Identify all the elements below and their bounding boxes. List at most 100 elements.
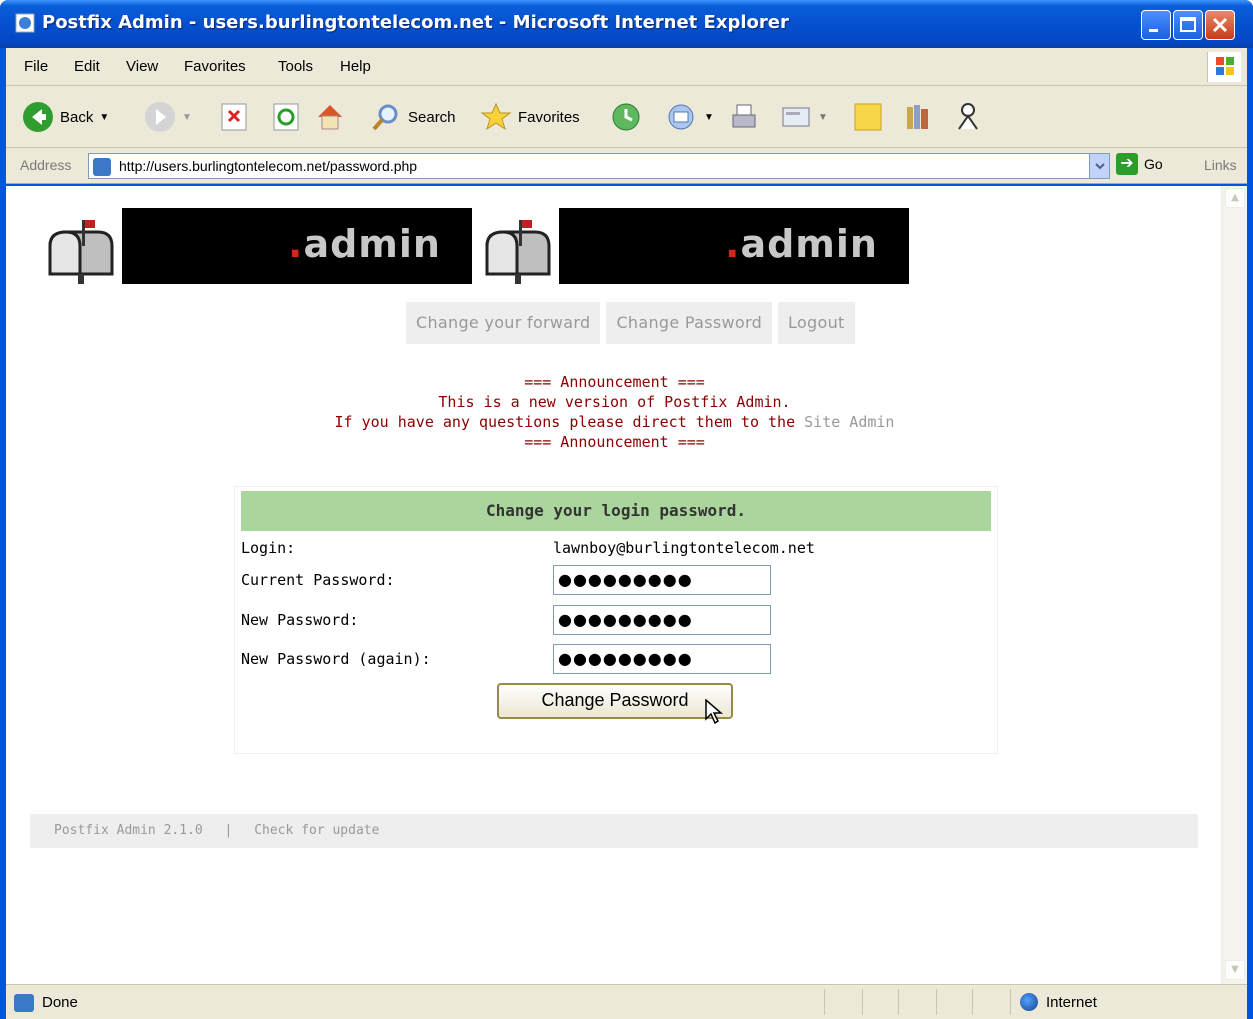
announcement-contact-text: If you have any questions please direct …	[334, 413, 796, 431]
menu-help[interactable]: Help	[340, 58, 371, 75]
status-divider	[862, 989, 863, 1015]
history-icon	[612, 103, 640, 131]
new-password-again-field[interactable]: ●●●●●●●●●	[553, 644, 771, 674]
scroll-down-button[interactable]: ▼	[1225, 960, 1245, 980]
page-content: .admin .admin Change your forward Change…	[6, 186, 1247, 984]
minimize-button[interactable]	[1141, 10, 1171, 40]
check-update-link[interactable]: Check for update	[254, 823, 379, 838]
scroll-up-button[interactable]: ▲	[1225, 188, 1245, 208]
refresh-icon	[273, 103, 299, 131]
forward-button[interactable]: ▼	[144, 98, 192, 136]
go-label: Go	[1144, 156, 1163, 172]
back-button[interactable]: Back ▼	[22, 98, 109, 136]
version-link[interactable]: Postfix Admin 2.1.0	[54, 823, 203, 838]
home-button[interactable]	[314, 98, 346, 136]
mail-icon	[668, 104, 694, 130]
logo-banner: .admin	[122, 208, 472, 284]
menu-bar: File Edit View Favorites Tools Help	[6, 48, 1247, 86]
address-input[interactable]: http://users.burlingtontelecom.net/passw…	[88, 153, 1110, 179]
history-button[interactable]	[610, 98, 642, 136]
nav-logout[interactable]: Logout	[778, 302, 855, 344]
stop-icon	[221, 103, 247, 131]
home-icon	[318, 105, 342, 130]
edit-button[interactable]: ▼	[780, 98, 828, 136]
logo-banner: .admin	[559, 208, 909, 284]
current-password-label: Current Password:	[241, 571, 395, 589]
ie-page-icon	[14, 994, 34, 1012]
mailbox-icon	[48, 220, 114, 284]
back-dropdown-icon[interactable]: ▼	[99, 112, 109, 123]
favorites-label: Favorites	[518, 108, 580, 126]
note-icon	[854, 103, 882, 131]
go-button[interactable]: ➔ Go	[1116, 153, 1163, 175]
login-label: Login:	[241, 539, 296, 557]
address-url[interactable]: http://users.burlingtontelecom.net/passw…	[119, 158, 417, 174]
new-password-field[interactable]: ●●●●●●●●●	[553, 605, 771, 635]
logo-text: .admin	[725, 222, 878, 266]
form-heading: Change your login password.	[241, 491, 991, 531]
search-label: Search	[408, 108, 456, 126]
nav-change-password[interactable]: Change Password	[606, 302, 773, 344]
change-password-button[interactable]: Change Password	[497, 683, 733, 719]
close-button[interactable]	[1205, 10, 1235, 40]
title-bar: Postfix Admin - users.burlingtontelecom.…	[0, 0, 1253, 48]
new-password-again-label: New Password (again):	[241, 650, 431, 668]
announcement: === Announcement === This is a new versi…	[6, 372, 1223, 452]
mail-button[interactable]: ▼	[666, 98, 714, 136]
edit-icon	[782, 107, 810, 127]
announcement-contact: If you have any questions please direct …	[6, 412, 1223, 432]
research-button[interactable]	[902, 98, 934, 136]
new-password-label: New Password:	[241, 611, 359, 629]
search-button[interactable]: Search	[370, 98, 456, 136]
refresh-button[interactable]	[270, 98, 302, 136]
nav-menu: Change your forward Change Password Logo…	[406, 302, 855, 344]
status-divider	[898, 989, 899, 1015]
menu-favorites[interactable]: Favorites	[184, 58, 246, 75]
status-divider	[972, 989, 973, 1015]
standard-toolbar: Back ▼ ▼ Search Favorites ▼ ▼	[6, 86, 1247, 148]
stop-button[interactable]	[218, 98, 250, 136]
current-password-field[interactable]: ●●●●●●●●●	[553, 565, 771, 595]
edit-dropdown-icon[interactable]: ▼	[818, 112, 828, 123]
address-dropdown-button[interactable]	[1089, 154, 1109, 178]
back-label: Back	[60, 108, 94, 126]
messenger-button[interactable]	[952, 98, 984, 136]
forward-arrow-icon	[145, 102, 175, 132]
status-divider	[824, 989, 825, 1015]
vertical-scrollbar[interactable]: ▲ ▼	[1221, 186, 1247, 984]
change-password-form: Change your login password. Login: lawnb…	[234, 486, 998, 754]
print-button[interactable]	[728, 98, 760, 136]
address-label: Address	[20, 157, 72, 173]
menu-view[interactable]: View	[126, 58, 158, 75]
status-text: Done	[42, 994, 78, 1011]
menu-file[interactable]: File	[24, 58, 48, 75]
messenger-icon	[958, 103, 978, 130]
status-divider	[1010, 989, 1011, 1015]
windows-logo-icon	[1207, 52, 1241, 82]
maximize-button[interactable]	[1173, 10, 1203, 40]
page-footer: Postfix Admin 2.1.0 | Check for update	[30, 814, 1198, 848]
status-bar: Done Internet	[6, 984, 1247, 1019]
menu-tools[interactable]: Tools	[278, 58, 313, 75]
books-icon	[907, 105, 928, 129]
announcement-header: === Announcement ===	[524, 373, 705, 391]
browser-window: Postfix Admin - users.burlingtontelecom.…	[0, 0, 1253, 1019]
announcement-footer: === Announcement ===	[524, 433, 705, 451]
status-divider	[936, 989, 937, 1015]
menu-edit[interactable]: Edit	[74, 58, 100, 75]
security-zone: Internet	[1046, 994, 1097, 1011]
printer-icon	[732, 104, 756, 128]
address-bar: Address http://users.burlingtontelecom.n…	[6, 148, 1247, 184]
forward-dropdown-icon[interactable]: ▼	[182, 112, 192, 123]
discuss-button[interactable]	[852, 98, 884, 136]
nav-change-forward[interactable]: Change your forward	[406, 302, 601, 344]
favorites-button[interactable]: Favorites	[480, 98, 580, 136]
mail-dropdown-icon[interactable]: ▼	[704, 112, 714, 123]
site-admin-link[interactable]: Site Admin	[804, 413, 894, 431]
announcement-text: This is a new version of Postfix Admin.	[438, 393, 791, 411]
logo-text: .admin	[288, 222, 441, 266]
globe-icon	[1020, 993, 1038, 1011]
chevron-down-icon	[1095, 163, 1105, 170]
search-icon	[372, 104, 398, 131]
links-button[interactable]: Links	[1204, 157, 1237, 173]
